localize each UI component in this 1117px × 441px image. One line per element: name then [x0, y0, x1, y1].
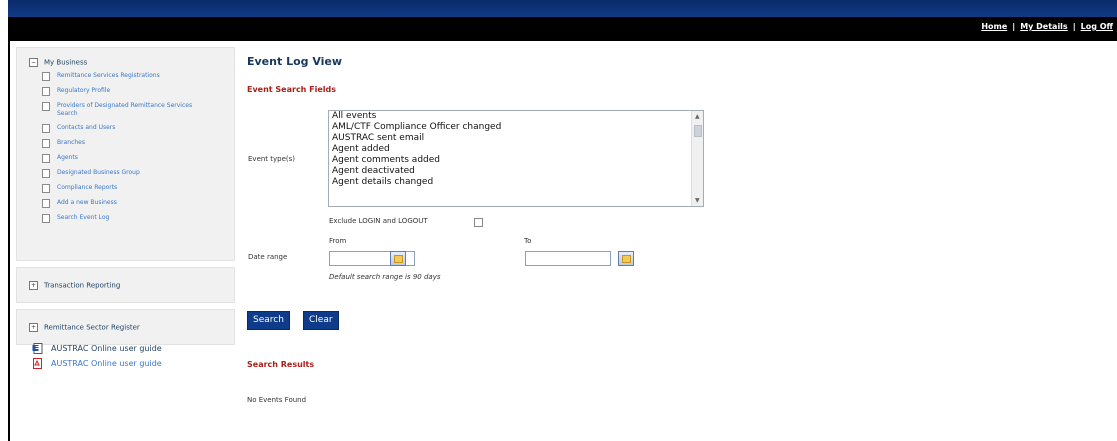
- list-item[interactable]: Agent deactivated: [329, 166, 703, 177]
- my-business-header[interactable]: − My Business: [29, 58, 87, 67]
- document-icon: [42, 102, 50, 111]
- document-icon: [42, 154, 50, 163]
- log-off-link[interactable]: Log Off: [1081, 22, 1113, 31]
- sidebar-item-designated-business-group[interactable]: Designated Business Group: [42, 169, 197, 178]
- collapse-icon[interactable]: −: [29, 58, 38, 67]
- list-item[interactable]: AML/CTF Compliance Officer changed: [329, 122, 703, 133]
- transaction-reporting-header[interactable]: + Transaction Reporting: [29, 281, 120, 290]
- remittance-register-title: Remittance Sector Register: [44, 323, 140, 332]
- user-guide-word-link[interactable]: AUSTRAC Online user guide: [32, 343, 162, 354]
- sidebar-item-agents[interactable]: Agents: [42, 154, 197, 163]
- top-nav-bar: Home | My Details | Log Off: [8, 17, 1117, 41]
- my-details-link[interactable]: My Details: [1020, 22, 1068, 31]
- search-results-heading: Search Results: [247, 360, 315, 369]
- document-icon: [42, 72, 50, 81]
- sidebar-item-label: Add a new Business: [57, 199, 117, 206]
- document-icon: [42, 169, 50, 178]
- calendar-icon[interactable]: [618, 251, 634, 266]
- sidebar-item-label: Contacts and Users: [57, 124, 116, 131]
- top-banner: [8, 0, 1117, 17]
- document-icon: [42, 124, 50, 133]
- left-border: [8, 41, 10, 441]
- list-item[interactable]: Agent added: [329, 144, 703, 155]
- sidebar-item-compliance-reports[interactable]: Compliance Reports: [42, 184, 197, 193]
- exclude-login-logout-label: Exclude LOGIN and LOGOUT: [329, 217, 428, 225]
- list-item[interactable]: All events: [329, 111, 703, 122]
- sidebar-item-add-new-business[interactable]: Add a new Business: [42, 199, 197, 208]
- user-guides: AUSTRAC Online user guide AUSTRAC Online…: [32, 343, 162, 373]
- document-icon: [42, 184, 50, 193]
- user-guide-label: AUSTRAC Online user guide: [51, 344, 162, 353]
- sidebar-item-contacts-users[interactable]: Contacts and Users: [42, 124, 197, 133]
- list-item[interactable]: Agent comments added: [329, 155, 703, 166]
- sidebar-item-remittance-registrations[interactable]: Remittance Services Registrations: [42, 72, 197, 81]
- user-guide-pdf-link[interactable]: AUSTRAC Online user guide: [32, 358, 162, 369]
- event-search-fields-heading: Event Search Fields: [247, 85, 337, 94]
- sidebar-item-providers-search[interactable]: Providers of Designated Remittance Servi…: [42, 102, 197, 118]
- link-separator: |: [1012, 22, 1016, 31]
- document-icon: [42, 199, 50, 208]
- no-events-message: No Events Found: [247, 396, 307, 404]
- search-button[interactable]: Search: [247, 311, 290, 330]
- transaction-reporting-panel: + Transaction Reporting: [16, 267, 235, 303]
- page-title: Event Log View: [247, 55, 343, 68]
- pdf-document-icon: [33, 358, 42, 369]
- transaction-reporting-title: Transaction Reporting: [44, 281, 121, 290]
- user-guide-label: AUSTRAC Online user guide: [51, 359, 162, 368]
- sidebar-item-label: Compliance Reports: [57, 184, 118, 191]
- expand-icon[interactable]: +: [29, 281, 38, 290]
- date-range-label: Date range: [248, 253, 288, 261]
- sidebar-item-branches[interactable]: Branches: [42, 139, 197, 148]
- sidebar-item-search-event-log[interactable]: Search Event Log: [42, 214, 197, 223]
- exclude-login-logout-checkbox[interactable]: [474, 218, 483, 227]
- scroll-thumb[interactable]: [694, 125, 702, 137]
- sidebar-item-label: Designated Business Group: [57, 169, 140, 176]
- document-icon: [42, 214, 50, 223]
- sidebar-item-label: Agents: [57, 154, 78, 161]
- clear-button[interactable]: Clear: [303, 311, 339, 330]
- home-link[interactable]: Home: [981, 22, 1007, 31]
- sidebar-item-label: Remittance Services Registrations: [57, 72, 160, 79]
- sidebar-item-label: Providers of Designated Remittance Servi…: [57, 102, 193, 117]
- default-range-hint: Default search range is 90 days: [329, 273, 441, 281]
- to-date-input[interactable]: [525, 251, 611, 266]
- my-business-menu: Remittance Services Registrations Regula…: [42, 72, 197, 229]
- list-item[interactable]: Agent details changed: [329, 177, 703, 188]
- word-document-icon: [32, 343, 43, 354]
- scroll-down-icon[interactable]: ▼: [695, 197, 700, 204]
- calendar-icon[interactable]: [390, 251, 406, 266]
- my-business-title: My Business: [44, 58, 88, 67]
- from-label: From: [329, 237, 347, 245]
- sidebar: − My Business Remittance Services Registr…: [16, 47, 235, 345]
- event-types-listbox[interactable]: All events AML/CTF Compliance Officer ch…: [328, 110, 704, 207]
- link-separator: |: [1072, 22, 1076, 31]
- event-types-label: Event type(s): [248, 155, 296, 163]
- remittance-register-header[interactable]: + Remittance Sector Register: [29, 323, 140, 332]
- sidebar-item-label: Search Event Log: [57, 214, 110, 221]
- sidebar-item-label: Branches: [57, 139, 85, 146]
- remittance-register-panel: + Remittance Sector Register: [16, 309, 235, 345]
- my-business-panel: − My Business Remittance Services Registr…: [16, 47, 235, 261]
- sidebar-item-label: Regulatory Profile: [57, 87, 111, 94]
- top-links: Home | My Details | Log Off: [981, 22, 1113, 31]
- document-icon: [42, 139, 50, 148]
- to-label: To: [524, 237, 532, 245]
- listbox-scrollbar[interactable]: ▲ ▼: [691, 111, 703, 206]
- document-icon: [42, 87, 50, 96]
- scroll-up-icon[interactable]: ▲: [695, 113, 700, 120]
- list-item[interactable]: AUSTRAC sent email: [329, 133, 703, 144]
- sidebar-item-regulatory-profile[interactable]: Regulatory Profile: [42, 87, 197, 96]
- expand-icon[interactable]: +: [29, 323, 38, 332]
